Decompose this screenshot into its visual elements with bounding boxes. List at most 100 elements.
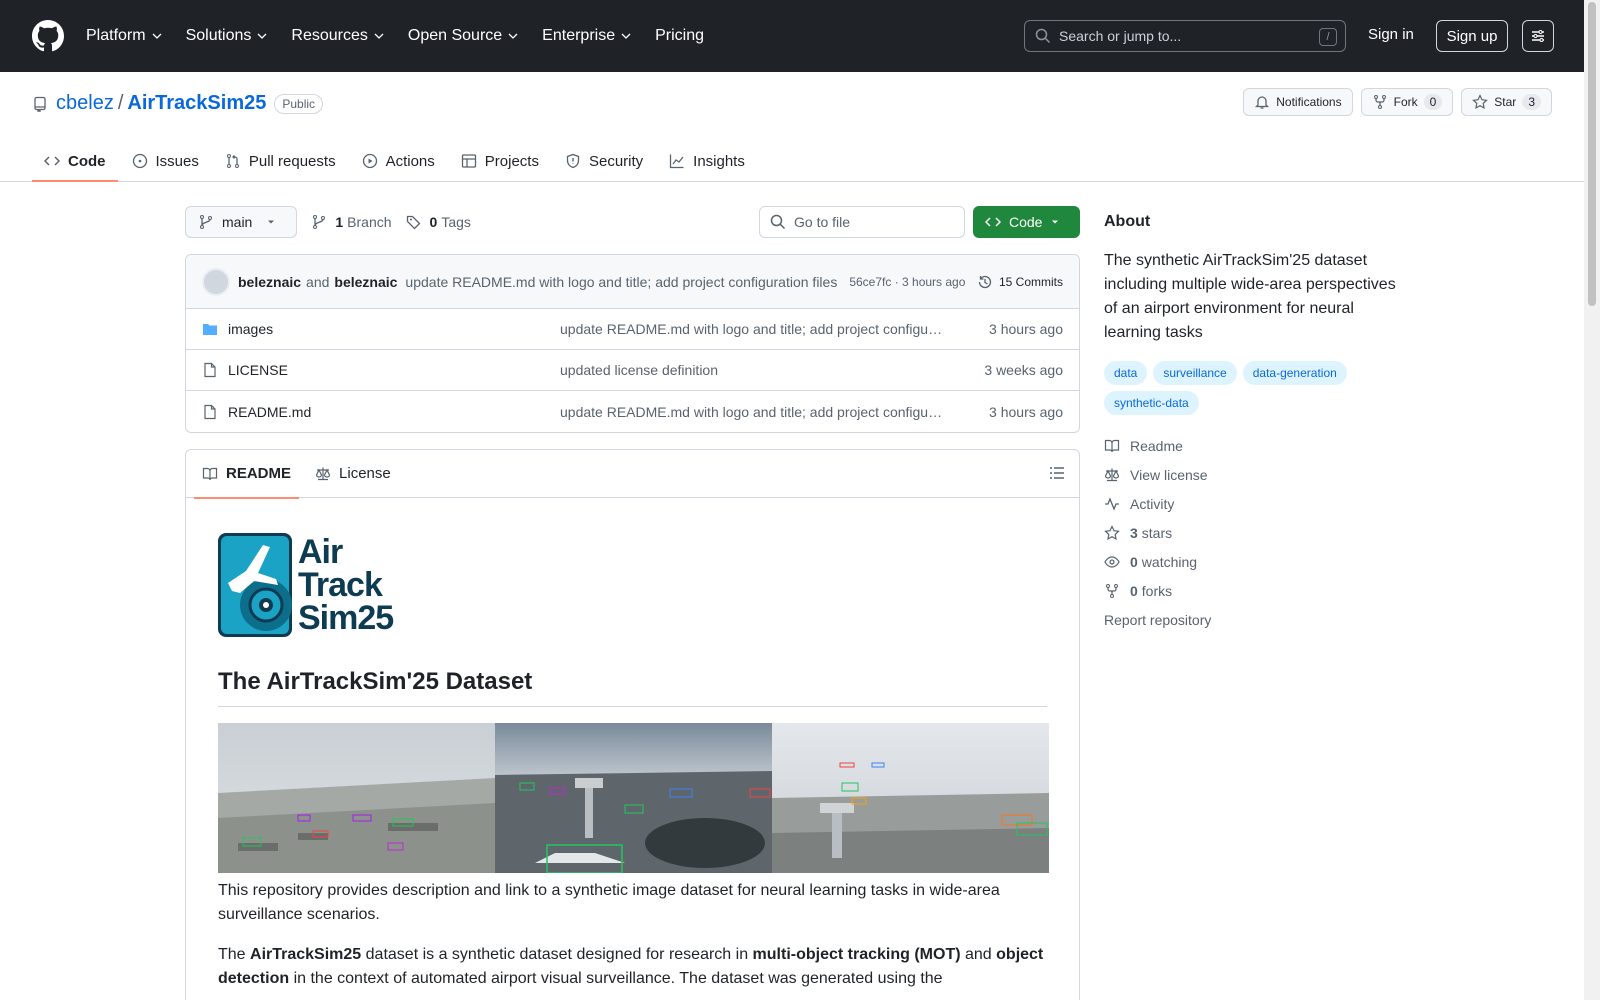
page-scrollbar[interactable]	[1584, 0, 1600, 1000]
search-icon	[1035, 28, 1051, 44]
notifications-button[interactable]: Notifications	[1243, 88, 1353, 116]
link-label: Readme	[1130, 437, 1183, 454]
p2-text: in the context of automated airport visu…	[289, 970, 943, 987]
repo-title: cbelez / AirTrackSim25 Public	[32, 92, 324, 115]
branch-label: Branch	[347, 214, 392, 230]
file-commit-message[interactable]: update README.md with logo and title; ad…	[560, 321, 943, 337]
eye-icon	[1104, 555, 1120, 568]
commit-sha-time[interactable]: 56ce7fc · 3 hours ago	[849, 275, 965, 289]
file-row[interactable]: images update README.md with logo and ti…	[186, 309, 1079, 350]
readme-link[interactable]: Readme	[1104, 431, 1404, 460]
nav-label: Pricing	[655, 27, 704, 44]
tab-pull-requests[interactable]: Pull requests	[213, 140, 348, 182]
tab-label: Security	[588, 152, 644, 170]
file-row[interactable]: LICENSE updated license definition 3 wee…	[186, 350, 1079, 391]
airtracksim-logo: Air Track Sim25	[218, 530, 1047, 640]
issue-icon	[132, 153, 147, 169]
nav-label: Open Source	[407, 27, 503, 44]
commits-link[interactable]: 15 Commits	[977, 274, 1063, 290]
file-name[interactable]: README.md	[228, 404, 560, 420]
tab-projects[interactable]: Projects	[449, 140, 551, 182]
topic-tag[interactable]: data	[1104, 361, 1148, 385]
tab-code[interactable]: Code	[32, 140, 118, 182]
sign-up-button[interactable]: Sign up	[1436, 20, 1508, 52]
code-download-button[interactable]: Code	[973, 206, 1080, 238]
topic-tag[interactable]: synthetic-data	[1104, 391, 1199, 415]
settings-menu-button[interactable]	[1522, 20, 1554, 52]
global-search-input[interactable]: Search or jump to... /	[1024, 20, 1346, 52]
forks-link[interactable]: 0 forks	[1104, 576, 1404, 605]
nav-resources[interactable]: Resources	[291, 27, 384, 45]
law-icon	[315, 467, 331, 480]
view-license-link[interactable]: View license	[1104, 460, 1404, 489]
topic-tag[interactable]: surveillance	[1153, 361, 1237, 385]
repo-owner-link[interactable]: cbelez	[56, 92, 114, 115]
visibility-badge: Public	[274, 93, 324, 114]
code-button-label: Code	[1009, 214, 1043, 230]
nav-platform[interactable]: Platform	[86, 27, 162, 45]
tab-label: Code	[68, 152, 106, 170]
readme-title: The AirTrackSim'25 Dataset	[218, 668, 1047, 707]
stars-count: 3	[1130, 524, 1138, 541]
readme-tabs: README License	[186, 450, 1079, 499]
nav-enterprise[interactable]: Enterprise	[542, 27, 631, 45]
chevron-down-icon	[257, 33, 267, 39]
search-icon	[770, 214, 786, 230]
file-icon	[204, 362, 216, 378]
star-icon	[1104, 524, 1120, 540]
file-row[interactable]: README.md update README.md with logo and…	[186, 391, 1079, 432]
star-button[interactable]: Star 3	[1461, 88, 1552, 116]
p2-bold: AirTrackSim25	[250, 946, 362, 963]
folder-icon	[203, 324, 217, 335]
tab-actions[interactable]: Actions	[350, 140, 447, 182]
list-unordered-icon[interactable]	[1049, 465, 1065, 481]
file-commit-message[interactable]: update README.md with logo and title; ad…	[560, 404, 943, 420]
repo-name-link[interactable]: AirTrackSim25	[127, 92, 266, 115]
readme-paragraph-2: The AirTrackSim25 dataset is a synthetic…	[218, 943, 1047, 991]
commit-author-1[interactable]: beleznaic	[238, 274, 301, 290]
tab-label: Projects	[484, 152, 539, 170]
file-name[interactable]: images	[228, 321, 560, 337]
tab-license[interactable]: License	[307, 450, 399, 498]
fork-button[interactable]: Fork 0	[1360, 88, 1454, 116]
tab-issues[interactable]: Issues	[120, 140, 211, 182]
tags-link[interactable]: 0 Tags	[406, 214, 471, 230]
nav-open-source[interactable]: Open Source	[408, 27, 518, 45]
tab-readme[interactable]: README	[194, 450, 300, 499]
go-to-file-input[interactable]: Go to file	[759, 206, 965, 238]
star-count: 3	[1522, 94, 1541, 110]
branch-selector[interactable]: main	[185, 206, 298, 238]
sign-in-link[interactable]: Sign in	[1368, 26, 1414, 43]
file-name[interactable]: LICENSE	[228, 362, 560, 378]
tab-insights[interactable]: Insights	[657, 140, 757, 182]
about-links: Readme View license Activity 3 stars 0 w…	[1104, 431, 1404, 634]
stars-link[interactable]: 3 stars	[1104, 518, 1404, 547]
scrollbar-thumb[interactable]	[1588, 2, 1596, 306]
repo-separator: /	[117, 92, 124, 114]
p2-text: and	[960, 946, 997, 963]
commits-count: 15 Commits	[998, 274, 1063, 289]
forks-count: 0	[1130, 582, 1138, 599]
watching-link[interactable]: 0 watching	[1104, 547, 1404, 576]
file-toolbar: main 1 Branch 0 Tags Go to file Code	[185, 206, 1080, 238]
file-time: 3 hours ago	[989, 403, 1063, 420]
nav-pricing[interactable]: Pricing	[655, 27, 704, 45]
pull-request-icon	[226, 154, 239, 168]
search-shortcut-key: /	[1319, 28, 1337, 46]
report-repository-link[interactable]: Report repository	[1104, 605, 1404, 634]
file-time: 3 weeks ago	[984, 362, 1063, 378]
activity-link[interactable]: Activity	[1104, 489, 1404, 518]
commit-message[interactable]: update README.md with logo and title; ad…	[405, 274, 837, 290]
fork-label: Fork	[1393, 95, 1418, 109]
file-commit-message[interactable]: updated license definition	[560, 362, 943, 378]
branches-link[interactable]: 1 Branch	[311, 214, 392, 230]
topic-tag[interactable]: data-generation	[1242, 361, 1347, 385]
github-logo-icon[interactable]	[32, 20, 64, 52]
latest-commit: beleznaic and beleznaic update README.md…	[186, 255, 1079, 309]
code-icon	[44, 156, 60, 166]
tab-security[interactable]: Security	[553, 140, 655, 182]
nav-solutions[interactable]: Solutions	[186, 27, 268, 45]
avatar[interactable]	[202, 267, 230, 296]
commit-author-2[interactable]: beleznaic	[334, 274, 397, 290]
readme-paragraph-1: This repository provides description and…	[218, 882, 1000, 923]
